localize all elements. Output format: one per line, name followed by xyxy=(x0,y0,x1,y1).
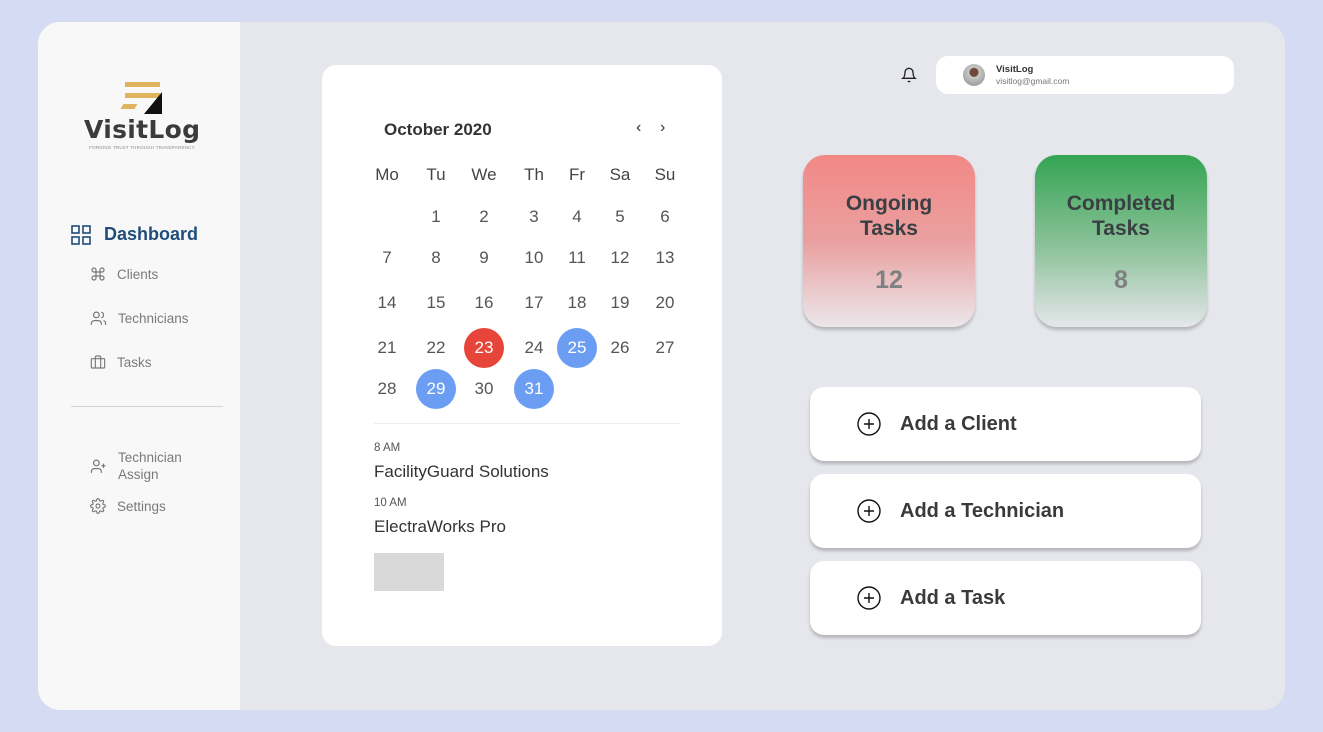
action-label: Add a Client xyxy=(900,412,1017,435)
sidebar-item-label: Settings xyxy=(117,498,166,514)
gear-icon xyxy=(90,498,106,514)
event-time: 10 AM xyxy=(374,497,407,509)
plus-circle-icon xyxy=(857,499,881,523)
sidebar-divider xyxy=(71,406,223,407)
calendar-day[interactable]: 6 xyxy=(645,197,685,237)
calendar-day-highlighted[interactable]: 31 xyxy=(514,369,554,409)
calendar-day[interactable]: 2 xyxy=(464,197,504,237)
calendar-day[interactable]: 8 xyxy=(416,238,456,278)
user-plus-icon xyxy=(90,459,106,473)
stat-title: Ongoing Tasks xyxy=(845,192,933,240)
sidebar-item-dashboard[interactable]: Dashboard xyxy=(71,224,198,245)
calendar-day[interactable]: 11 xyxy=(557,238,597,278)
calendar-day[interactable]: 12 xyxy=(600,238,640,278)
logo-mark-icon xyxy=(120,80,162,116)
event-placeholder xyxy=(374,553,444,591)
calendar-day-highlighted[interactable]: 25 xyxy=(557,328,597,368)
weekday-label: Mo xyxy=(375,165,399,184)
sidebar-item-label: Tasks xyxy=(117,354,152,370)
add-task-button[interactable]: Add a Task xyxy=(810,561,1201,635)
calendar-day[interactable]: 1 xyxy=(416,197,456,237)
calendar-day[interactable]: 4 xyxy=(557,197,597,237)
stat-title: Completed Tasks xyxy=(1066,192,1176,240)
calendar-day[interactable]: 7 xyxy=(367,238,407,278)
user-name: VisitLog xyxy=(996,64,1034,75)
brand-tagline: FORGING TRUST THROUGH TRANSPARENCY xyxy=(89,145,195,150)
calendar-day[interactable]: 28 xyxy=(367,369,407,409)
sidebar-item-label: Technician Assign xyxy=(118,450,182,482)
sidebar-item-label: Clients xyxy=(117,266,159,282)
calendar-day[interactable]: 19 xyxy=(600,283,640,323)
weekday-label: We xyxy=(471,165,497,184)
action-label: Add a Technician xyxy=(900,499,1065,522)
weekday-label: Sa xyxy=(609,165,631,184)
brand-name: VisitLog xyxy=(84,115,201,144)
calendar-day[interactable]: 17 xyxy=(514,283,554,323)
action-label: Add a Task xyxy=(900,586,1006,609)
sidebar-item-technicians[interactable]: Technicians xyxy=(90,310,189,327)
event-name[interactable]: ElectraWorks Pro xyxy=(374,517,506,537)
calendar-day-highlighted[interactable]: 29 xyxy=(416,369,456,409)
calendar-day[interactable]: 30 xyxy=(464,369,504,409)
user-profile[interactable]: VisitLog visitlog@gmail.com xyxy=(936,56,1234,94)
calendar-day-highlighted[interactable]: 23 xyxy=(464,328,504,368)
calendar-day[interactable]: 5 xyxy=(600,197,640,237)
user-email: visitlog@gmail.com xyxy=(996,76,1070,86)
add-technician-button[interactable]: Add a Technician xyxy=(810,474,1201,548)
ongoing-tasks-card[interactable]: Ongoing Tasks 12 xyxy=(803,155,975,327)
calendar-month-label: October 2020 xyxy=(384,120,492,139)
calendar-card: October 2020 ‹ › Mo Tu We Th Fr Sa Su 1 2 3 4 5 6 7 8 9… xyxy=(322,65,722,646)
calendar-day[interactable]: 14 xyxy=(367,283,407,323)
sidebar-item-settings[interactable]: Settings xyxy=(90,498,166,514)
weekday-label: Tu xyxy=(426,165,446,184)
sidebar-item-label: Dashboard xyxy=(104,224,199,244)
event-name[interactable]: FacilityGuard Solutions xyxy=(374,462,549,482)
sidebar-item-clients[interactable]: Clients xyxy=(90,266,158,282)
calendar-day[interactable]: 22 xyxy=(416,328,456,368)
sidebar-item-label: Technicians xyxy=(118,311,189,326)
users-icon xyxy=(90,311,107,325)
calendar-day[interactable]: 18 xyxy=(557,283,597,323)
bell-icon xyxy=(900,67,918,83)
grid-icon xyxy=(71,224,91,245)
chevron-right-icon[interactable]: › xyxy=(660,119,665,137)
completed-tasks-card[interactable]: Completed Tasks 8 xyxy=(1035,155,1207,327)
weekday-label: Su xyxy=(654,165,676,184)
calendar-day[interactable]: 3 xyxy=(514,197,554,237)
event-time: 8 AM xyxy=(374,442,401,454)
calendar-day[interactable]: 20 xyxy=(645,283,685,323)
app-window: VisitLog FORGING TRUST THROUGH TRANSPARE… xyxy=(38,22,1285,710)
calendar-day[interactable]: 13 xyxy=(645,238,685,278)
weekday-label: Th xyxy=(524,165,544,184)
command-icon xyxy=(91,267,105,281)
calendar-day[interactable]: 24 xyxy=(514,328,554,368)
chevron-left-icon[interactable]: ‹ xyxy=(636,119,641,137)
calendar-day[interactable]: 9 xyxy=(464,238,504,278)
plus-circle-icon xyxy=(857,586,881,610)
add-client-button[interactable]: Add a Client xyxy=(810,387,1201,461)
stat-value: 8 xyxy=(1114,266,1128,294)
calendar-day[interactable]: 10 xyxy=(514,238,554,278)
calendar-day[interactable]: 21 xyxy=(367,328,407,368)
brand-logo: VisitLog FORGING TRUST THROUGH TRANSPARE… xyxy=(84,80,200,150)
plus-circle-icon xyxy=(857,412,881,436)
sidebar-item-technician-assign[interactable]: Technician Assign xyxy=(90,449,188,483)
calendar-divider xyxy=(374,423,680,424)
calendar-day[interactable]: 16 xyxy=(464,283,504,323)
sidebar-item-tasks[interactable]: Tasks xyxy=(90,354,152,370)
stat-value: 12 xyxy=(875,266,903,294)
calendar-day[interactable]: 15 xyxy=(416,283,456,323)
sidebar: VisitLog FORGING TRUST THROUGH TRANSPARE… xyxy=(38,22,240,710)
notification-button[interactable] xyxy=(900,66,918,89)
briefcase-icon xyxy=(90,355,106,369)
calendar-day[interactable]: 27 xyxy=(645,328,685,368)
avatar xyxy=(963,64,985,86)
weekday-label: Fr xyxy=(568,165,586,184)
calendar-day[interactable]: 26 xyxy=(600,328,640,368)
